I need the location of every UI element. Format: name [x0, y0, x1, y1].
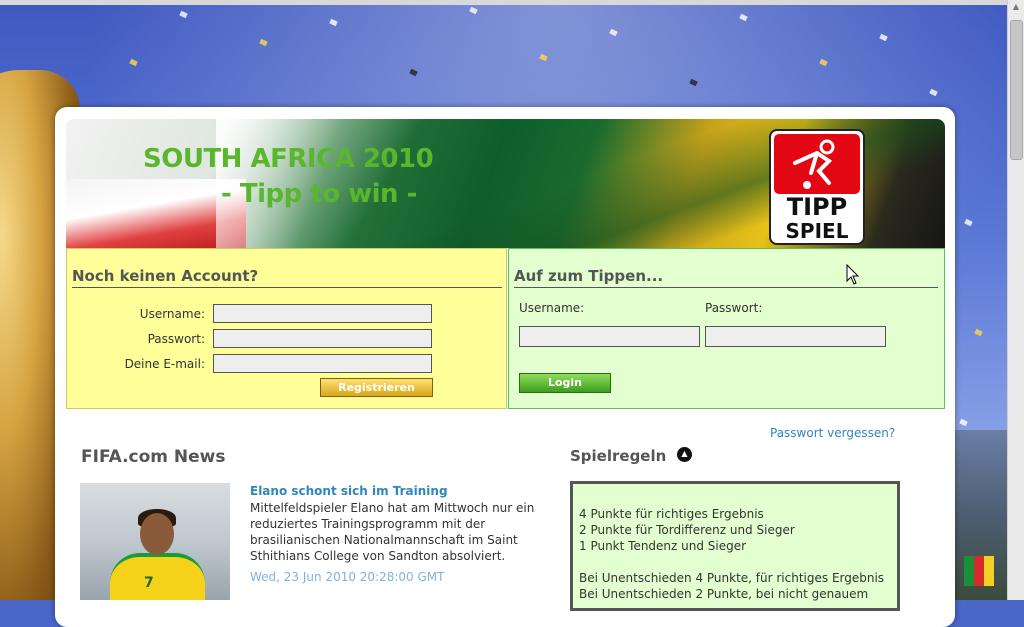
logo-text-tipp: TIPP [786, 193, 848, 221]
news-photo[interactable]: 7 [80, 483, 230, 600]
rules-line: 2 Punkte für Tordifferenz und Sieger [579, 523, 795, 537]
register-email-input[interactable] [213, 354, 432, 373]
scroll-up-arrow-icon[interactable]: ▲ [1008, 0, 1024, 14]
collapse-toggle-icon[interactable]: ▲ [677, 447, 692, 462]
banner-subtitle: - Tipp to win - [221, 179, 417, 209]
register-title: Noch keinen Account? [72, 267, 502, 288]
news-section-title: FIFA.com News [81, 447, 226, 467]
news-date: Wed, 23 Jun 2010 20:28:00 GMT [250, 570, 445, 584]
rules-title: Spielregeln [570, 447, 667, 465]
logo-text-spiel: SPIEL [785, 219, 849, 243]
login-password-input[interactable] [705, 326, 886, 347]
vertical-scrollbar[interactable]: ▲ [1007, 0, 1024, 600]
rules-line: 4 Punkte für richtiges Ergebnis [579, 507, 764, 521]
rules-line: Bei Unentschieden 4 Punkte, für richtige… [579, 571, 885, 585]
login-title: Auf zum Tippen... [514, 267, 938, 288]
register-username-label: Username: [139, 307, 205, 321]
login-username-label: Username: [519, 301, 585, 315]
news-body: Mittelfeldspieler Elano hat am Mittwoch … [250, 501, 535, 563]
mouse-cursor-icon [846, 264, 860, 285]
header-banner: SOUTH AFRICA 2010 - Tipp to win - TIPP S… [66, 119, 945, 248]
soccer-player-icon [793, 139, 835, 189]
rules-line: Bei Unentschieden 2 Punkte, bei nicht ge… [579, 587, 869, 601]
login-username-input[interactable] [519, 326, 700, 347]
register-password-input[interactable] [213, 329, 432, 348]
jersey-number: 7 [144, 575, 154, 591]
forgot-password-link[interactable]: Passwort vergessen? [770, 426, 895, 440]
login-box: Auf zum Tippen... Username: Passwort: Lo… [508, 248, 945, 409]
register-box: Noch keinen Account? Username: Passwort:… [66, 248, 507, 409]
rules-line: 1 Punkt Tendenz und Sieger [579, 539, 747, 553]
login-button[interactable]: Login [519, 373, 611, 393]
banner-title: SOUTH AFRICA 2010 [143, 144, 434, 174]
flag [964, 556, 994, 586]
rules-box: 4 Punkte für richtiges Ergebnis 2 Punkte… [570, 481, 900, 611]
register-password-label: Passwort: [147, 332, 205, 346]
register-username-input[interactable] [213, 304, 432, 323]
tippspiel-logo[interactable]: TIPP SPIEL [769, 129, 865, 245]
login-password-label: Passwort: [705, 301, 763, 315]
scroll-thumb[interactable] [1010, 20, 1023, 160]
register-email-label: Deine E-mail: [124, 357, 205, 371]
register-button[interactable]: Registrieren [320, 378, 433, 397]
news-headline-link[interactable]: Elano schont sich im Training [250, 484, 448, 498]
